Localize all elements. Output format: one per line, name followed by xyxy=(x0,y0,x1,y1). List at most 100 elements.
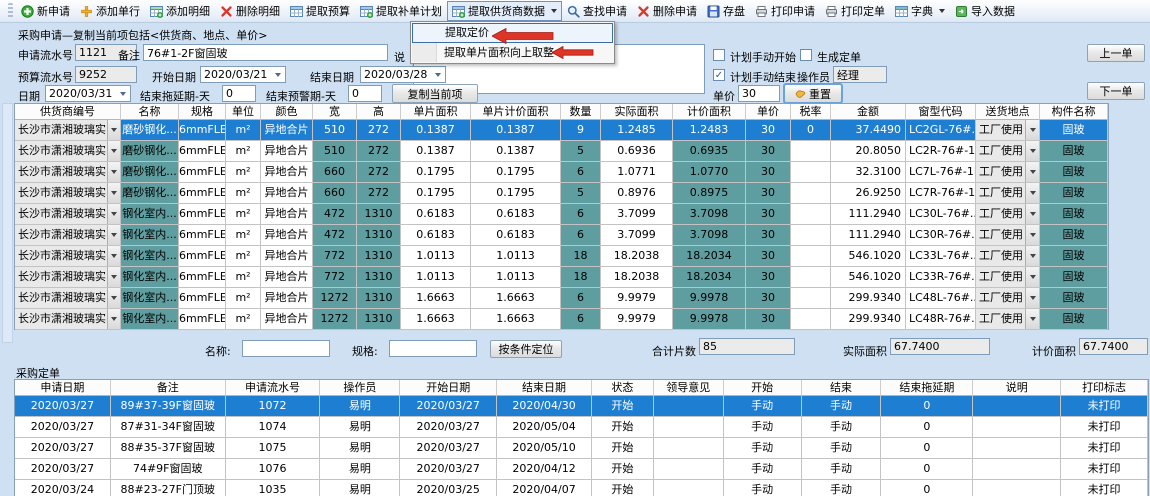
table-cell[interactable]: 299.9340 xyxy=(831,288,906,309)
toolbar-button-save[interactable]: 存盘 xyxy=(702,1,750,21)
combo-cell[interactable]: 长沙市潇湘玻璃实... xyxy=(15,225,121,246)
table-cell[interactable] xyxy=(791,204,831,225)
unit-price-input[interactable] xyxy=(738,85,780,102)
toolbar-button-import-data[interactable]: 导入数据 xyxy=(950,1,1020,21)
chevron-down-icon[interactable] xyxy=(107,309,120,329)
table-cell[interactable] xyxy=(973,396,1061,417)
table-cell[interactable]: 1.6663 xyxy=(471,309,561,330)
table-cell[interactable]: 772 xyxy=(313,267,357,288)
toolbar-button-new-request[interactable]: 新申请 xyxy=(16,1,75,21)
table-cell[interactable]: 6mmFLE... xyxy=(179,183,226,204)
table-cell[interactable]: 5 xyxy=(561,183,601,204)
table-cell[interactable]: 2020/03/27 xyxy=(15,438,111,459)
table-cell[interactable]: 手动 xyxy=(802,396,882,417)
combo-cell[interactable]: 长沙市潇湘玻璃实... xyxy=(15,120,121,141)
table-cell[interactable]: 87#31-34F窗固玻 xyxy=(111,417,226,438)
chevron-down-icon[interactable] xyxy=(107,204,120,224)
chevron-down-icon[interactable] xyxy=(1025,267,1039,287)
table-cell[interactable]: 手动 xyxy=(724,396,802,417)
table-cell[interactable]: 2020/04/07 xyxy=(497,480,592,496)
chevron-down-icon[interactable] xyxy=(1025,183,1039,203)
table-cell[interactable]: 钢化室内... xyxy=(121,246,179,267)
table-cell[interactable]: m² xyxy=(226,141,261,162)
table-cell[interactable]: 易明 xyxy=(320,438,400,459)
table-cell[interactable]: 易明 xyxy=(320,417,400,438)
table-cell[interactable]: 1.6663 xyxy=(401,309,471,330)
table-cell[interactable]: LC7L-76#-1FO xyxy=(906,162,976,183)
prev-order-button[interactable]: 上一单 xyxy=(1087,44,1145,62)
table-cell[interactable]: 手动 xyxy=(802,417,882,438)
locate-name-input[interactable] xyxy=(242,340,330,357)
toolbar-button-extract-supplier[interactable]: 提取供货商数据 xyxy=(447,1,562,21)
combo-cell[interactable]: 工厂使用 xyxy=(976,309,1040,330)
combo-cell[interactable]: 长沙市潇湘玻璃实... xyxy=(15,309,121,330)
table-cell[interactable]: 0.8976 xyxy=(601,183,673,204)
table-cell[interactable]: 0 xyxy=(881,480,973,496)
chevron-down-icon[interactable] xyxy=(107,183,120,203)
table-cell[interactable]: 30 xyxy=(746,246,791,267)
table-cell[interactable]: 异地合片 xyxy=(261,225,313,246)
chevron-down-icon[interactable] xyxy=(107,225,120,245)
table-cell[interactable] xyxy=(791,309,831,330)
table-cell[interactable]: 1.2483 xyxy=(673,120,746,141)
table-cell[interactable]: 异地合片 xyxy=(261,183,313,204)
table-cell[interactable]: 3.7099 xyxy=(601,204,673,225)
table-cell[interactable]: 磨砂钢化... xyxy=(121,120,179,141)
combo-cell[interactable]: 长沙市潇湘玻璃实... xyxy=(15,141,121,162)
table-cell[interactable] xyxy=(654,438,724,459)
table-cell[interactable]: 0.8975 xyxy=(673,183,746,204)
table-cell[interactable]: 1310 xyxy=(357,267,401,288)
table-cell[interactable]: 0.1387 xyxy=(401,141,471,162)
table-cell[interactable]: 6 xyxy=(561,225,601,246)
table-cell[interactable]: 3.7098 xyxy=(673,225,746,246)
table-cell[interactable]: 2020/03/27 xyxy=(400,438,497,459)
chevron-down-icon[interactable] xyxy=(1025,225,1039,245)
table-cell[interactable]: 手动 xyxy=(724,459,802,480)
table-cell[interactable]: 0.6183 xyxy=(401,225,471,246)
table-cell[interactable]: 易明 xyxy=(320,396,400,417)
table-cell[interactable]: 1310 xyxy=(357,204,401,225)
table-cell[interactable]: 299.9340 xyxy=(831,309,906,330)
table-cell[interactable]: 固玻 xyxy=(1040,267,1108,288)
table-cell[interactable]: m² xyxy=(226,204,261,225)
table-cell[interactable] xyxy=(791,288,831,309)
table-cell[interactable]: m² xyxy=(226,309,261,330)
table-cell[interactable]: 772 xyxy=(313,246,357,267)
table-cell[interactable]: 9 xyxy=(561,120,601,141)
table-cell[interactable]: 74#9F窗固玻 xyxy=(111,459,226,480)
combo-cell[interactable]: 工厂使用 xyxy=(976,246,1040,267)
budget-input[interactable] xyxy=(75,66,137,83)
reset-button[interactable]: 重置 xyxy=(784,84,842,103)
combo-cell[interactable]: 工厂使用 xyxy=(976,288,1040,309)
table-cell[interactable]: 26.9250 xyxy=(831,183,906,204)
table-cell[interactable]: 2020/03/27 xyxy=(15,396,111,417)
table-cell[interactable]: 异地合片 xyxy=(261,267,313,288)
table-cell[interactable]: LC48L-76#... xyxy=(906,288,976,309)
table-cell[interactable]: 30 xyxy=(746,183,791,204)
table-cell[interactable] xyxy=(973,480,1061,496)
table-cell[interactable]: 2020/03/27 xyxy=(15,459,111,480)
copy-current-button[interactable]: 复制当前项 xyxy=(392,84,478,103)
warn-input[interactable] xyxy=(348,85,382,102)
table-cell[interactable]: 0.6183 xyxy=(471,225,561,246)
table-cell[interactable]: 30 xyxy=(746,204,791,225)
table-cell[interactable]: 0 xyxy=(881,396,973,417)
table-row[interactable]: 2020/03/2788#35-37F窗固玻1075易明2020/03/2720… xyxy=(15,438,1148,459)
table-cell[interactable]: 易明 xyxy=(320,480,400,496)
table-cell[interactable]: 固玻 xyxy=(1040,120,1108,141)
table-cell[interactable]: 9.9979 xyxy=(601,309,673,330)
table-cell[interactable]: 开始 xyxy=(592,417,654,438)
table-cell[interactable] xyxy=(791,225,831,246)
chevron-down-icon[interactable] xyxy=(107,141,120,161)
table-cell[interactable]: 6 xyxy=(561,204,601,225)
table-cell[interactable]: m² xyxy=(226,162,261,183)
table-cell[interactable]: 固玻 xyxy=(1040,246,1108,267)
toolbar-button-add-row[interactable]: 添加单行 xyxy=(75,1,145,21)
table-cell[interactable]: 异地合片 xyxy=(261,141,313,162)
table-cell[interactable]: 660 xyxy=(313,183,357,204)
table-cell[interactable]: 手动 xyxy=(724,417,802,438)
table-cell[interactable]: 钢化室内... xyxy=(121,267,179,288)
table-cell[interactable]: 20.8050 xyxy=(831,141,906,162)
table-cell[interactable]: 0 xyxy=(791,120,831,141)
table-cell[interactable]: 30 xyxy=(746,120,791,141)
